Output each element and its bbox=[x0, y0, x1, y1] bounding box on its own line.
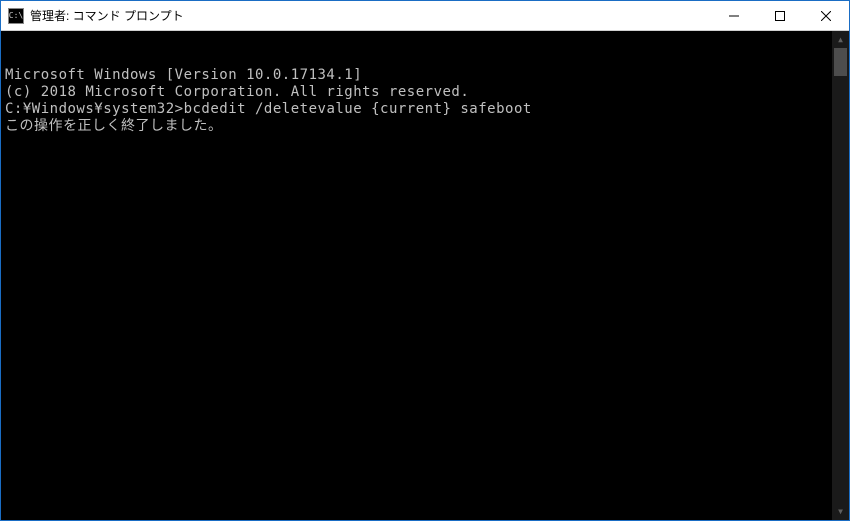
minimize-button[interactable] bbox=[711, 1, 757, 30]
window-title: 管理者: コマンド プロンプト bbox=[30, 7, 711, 24]
scrollbar-thumb[interactable] bbox=[834, 48, 847, 76]
terminal-line-copyright: (c) 2018 Microsoft Corporation. All righ… bbox=[5, 84, 828, 101]
cmd-icon-text: C:\ bbox=[9, 11, 23, 20]
close-icon bbox=[821, 11, 831, 21]
terminal-result-line: この操作を正しく終了しました。 bbox=[5, 118, 828, 135]
terminal-command-line: C:¥Windows¥system32>bcdedit /deletevalue… bbox=[5, 101, 828, 118]
terminal-line-version: Microsoft Windows [Version 10.0.17134.1] bbox=[5, 67, 828, 84]
terminal-content: Microsoft Windows [Version 10.0.17134.1]… bbox=[1, 31, 832, 520]
scroll-down-arrow-icon[interactable]: ▼ bbox=[832, 503, 849, 520]
vertical-scrollbar[interactable]: ▲ ▼ bbox=[832, 31, 849, 520]
terminal-area[interactable]: Microsoft Windows [Version 10.0.17134.1]… bbox=[1, 31, 849, 520]
close-button[interactable] bbox=[803, 1, 849, 30]
maximize-button[interactable] bbox=[757, 1, 803, 30]
window-controls bbox=[711, 1, 849, 30]
minimize-icon bbox=[729, 11, 739, 21]
terminal-command: bcdedit /deletevalue {current} safeboot bbox=[184, 101, 532, 117]
maximize-icon bbox=[775, 11, 785, 21]
cmd-icon: C:\ bbox=[8, 8, 24, 24]
titlebar: C:\ 管理者: コマンド プロンプト bbox=[1, 1, 849, 31]
scroll-up-arrow-icon[interactable]: ▲ bbox=[832, 31, 849, 48]
terminal-prompt: C:¥Windows¥system32> bbox=[5, 101, 184, 117]
